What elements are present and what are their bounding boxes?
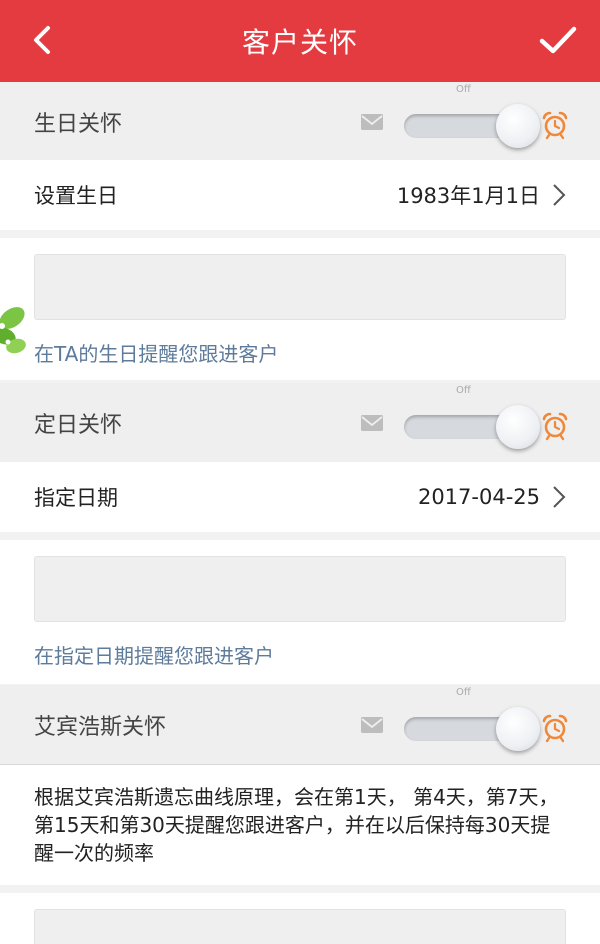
chevron-right-icon [553, 184, 566, 206]
mail-icon [361, 415, 383, 431]
check-icon [539, 26, 577, 54]
fixed-date-care-switch[interactable] [404, 403, 540, 451]
top-bar: 客户关怀 [0, 0, 600, 82]
birthday-value: 1983年1月1日 [396, 184, 540, 208]
switch-knob[interactable] [496, 405, 540, 449]
alarm-clock-icon [542, 412, 568, 441]
birthday-care-switch[interactable] [404, 102, 540, 150]
ebbinghaus-care-header: 艾宾浩斯关怀 Off [0, 685, 600, 765]
ebbinghaus-message-input[interactable] [34, 909, 566, 944]
chevron-right-icon [553, 486, 566, 508]
leaf-decoration-icon [0, 307, 26, 354]
specified-date-row[interactable]: 指定日期 2017-04-25 [0, 462, 600, 532]
ebbinghaus-note-area [0, 893, 600, 944]
ebbinghaus-care-switch[interactable] [404, 705, 540, 753]
alarm-clock-icon [542, 714, 568, 743]
birthday-note-area: 在TA的生日提醒您跟进客户 [0, 238, 600, 380]
fixed-date-message-input[interactable] [34, 556, 566, 622]
switch-state-label: Off [456, 687, 471, 698]
alarm-clock-icon [542, 111, 568, 140]
switch-knob[interactable] [496, 707, 540, 751]
switch-knob[interactable] [496, 104, 540, 148]
set-birthday-row[interactable]: 设置生日 1983年1月1日 [0, 160, 600, 230]
mail-icon [361, 114, 383, 130]
switch-state-label: Off [456, 385, 471, 396]
birthday-hint: 在TA的生日提醒您跟进客户 [34, 342, 279, 366]
page-title: 客户关怀 [241, 26, 358, 59]
specified-date-label: 指定日期 [34, 486, 118, 510]
fixed-date-hint: 在指定日期提醒您跟进客户 [34, 644, 274, 668]
fixed-date-care-header: 定日关怀 Off [0, 383, 600, 463]
ebbinghaus-care-label: 艾宾浩斯关怀 [34, 715, 167, 740]
mail-icon [361, 717, 383, 733]
ebbinghaus-description-block: 根据艾宾浩斯遗忘曲线原理，会在第1天， 第4天，第7天， 第15天和第30天提醒… [0, 765, 600, 885]
chevron-left-icon [34, 26, 50, 54]
birthday-message-input[interactable] [34, 254, 566, 320]
back-button[interactable] [24, 20, 64, 60]
set-birthday-label: 设置生日 [34, 184, 118, 208]
confirm-button[interactable] [536, 20, 580, 60]
birthday-care-label: 生日关怀 [34, 112, 123, 137]
fixed-date-care-label: 定日关怀 [34, 413, 123, 438]
specified-date-value: 2017-04-25 [417, 485, 540, 509]
birthday-care-header: 生日关怀 Off [0, 82, 600, 162]
ebbinghaus-description: 根据艾宾浩斯遗忘曲线原理，会在第1天， 第4天，第7天， 第15天和第30天提醒… [34, 785, 559, 865]
fixed-date-note-area: 在指定日期提醒您跟进客户 [0, 540, 600, 684]
switch-state-label: Off [456, 84, 471, 95]
